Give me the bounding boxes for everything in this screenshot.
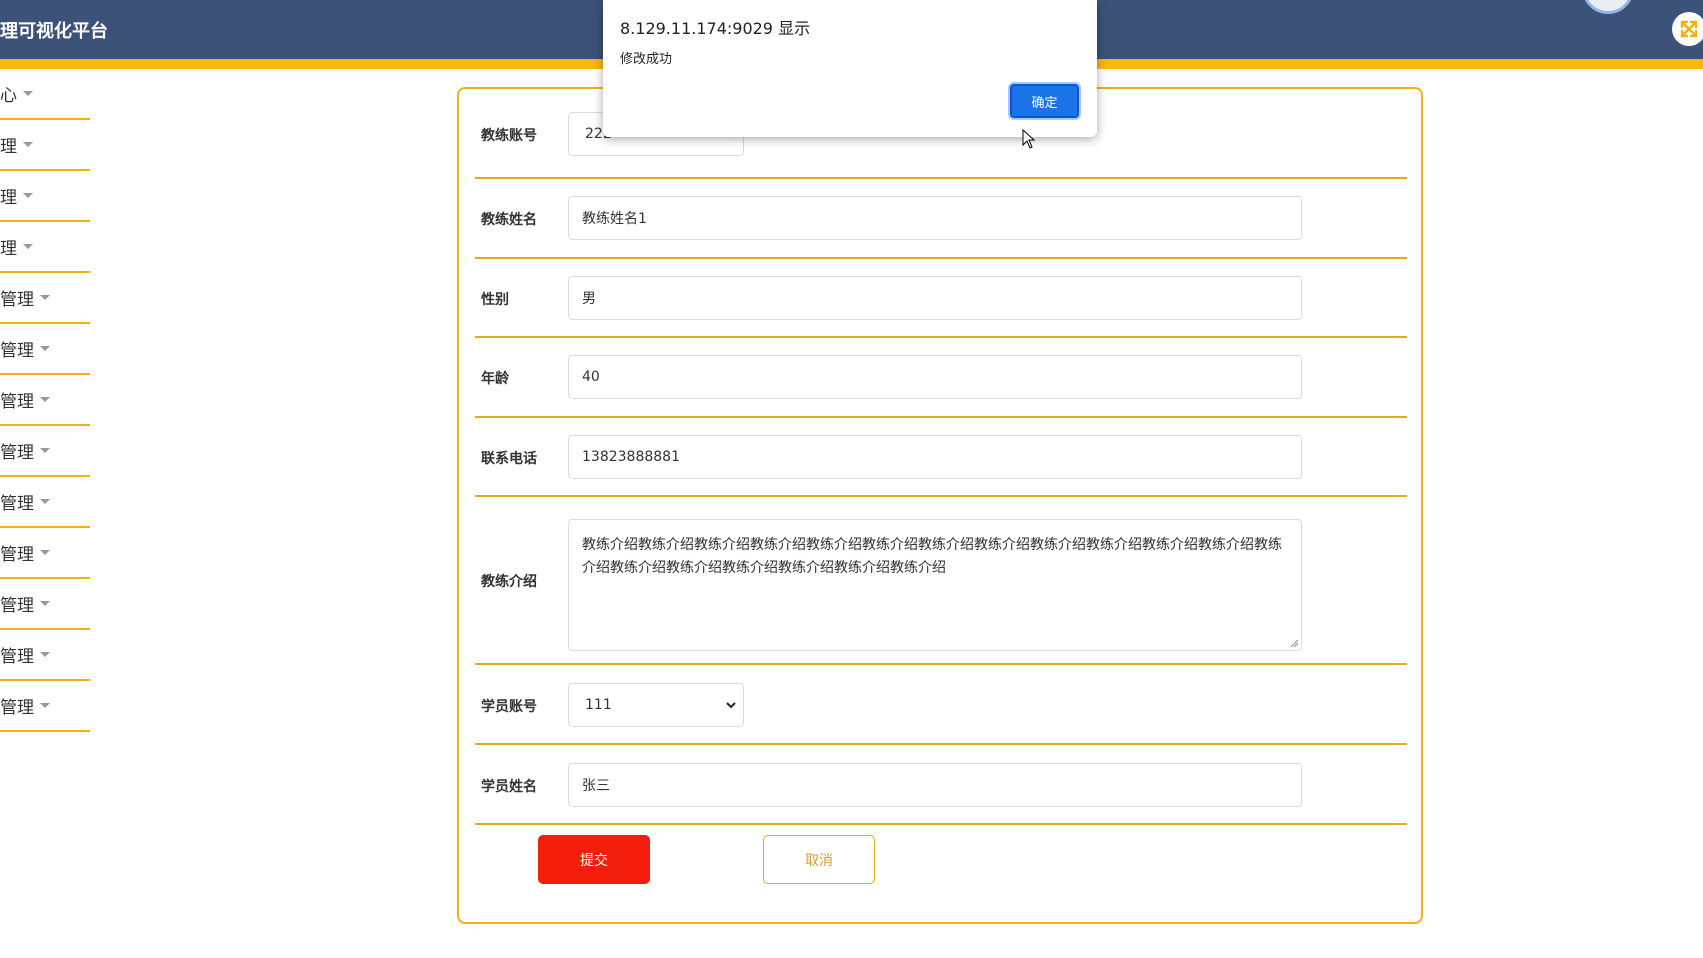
caret-down-icon	[23, 142, 33, 147]
dialog-origin: 8.129.11.174:9029 显示	[620, 19, 811, 38]
alert-dialog: 8.129.11.174:9029 显示 修改成功 确定	[603, 0, 1097, 137]
form-row-student-account: 学员账号 111	[475, 665, 1407, 745]
phone-value: 13823888881	[582, 449, 680, 465]
student-account-value: 111	[585, 697, 612, 713]
form-row-gender: 性别 男	[475, 259, 1407, 338]
phone-label: 联系电话	[481, 451, 537, 467]
form-row-coach-name: 教练姓名 教练姓名1	[475, 179, 1407, 259]
sidebar-item[interactable]: 心	[0, 69, 90, 120]
caret-down-icon	[23, 244, 33, 249]
form-row-intro: 教练介绍 教练介绍教练介绍教练介绍教练介绍教练介绍教练介绍教练介绍教练介绍教练介…	[475, 497, 1407, 665]
sidebar-item-label: 管理	[0, 596, 34, 616]
sidebar-item-label: 管理	[0, 392, 34, 412]
sidebar-item[interactable]: 理	[0, 120, 90, 171]
edit-coach-form: 教练账号 222 教练姓名 教练姓名1 性别 男 年龄 40 联系电话 1382…	[457, 87, 1423, 924]
fullscreen-icon	[1680, 20, 1698, 38]
intro-textarea[interactable]: 教练介绍教练介绍教练介绍教练介绍教练介绍教练介绍教练介绍教练介绍教练介绍教练介绍…	[568, 519, 1302, 651]
student-name-input[interactable]: 张三	[568, 763, 1302, 807]
sidebar-item-label: 理	[0, 239, 17, 259]
platform-title: 理可视化平台	[0, 21, 108, 42]
sidebar-item[interactable]: 理	[0, 222, 90, 273]
sidebar-item[interactable]: 管理	[0, 528, 90, 579]
sidebar-menu: 心 理 理 理 管理 管理 管理 管理 管理 管理 管理 管理 管理	[0, 69, 90, 732]
phone-input[interactable]: 13823888881	[568, 435, 1302, 479]
caret-down-icon	[40, 448, 50, 453]
sidebar-item[interactable]: 管理	[0, 324, 90, 375]
age-input[interactable]: 40	[568, 355, 1302, 399]
app-root: 理可视化平台 心 理 理 理 管理 管理 管理 管理 管理 管理 管理 管理 管…	[0, 0, 1703, 958]
chevron-down-icon	[726, 702, 736, 709]
sidebar-item[interactable]: 管理	[0, 375, 90, 426]
sidebar-item[interactable]: 理	[0, 171, 90, 222]
sidebar-item[interactable]: 管理	[0, 273, 90, 324]
sidebar-item[interactable]: 管理	[0, 579, 90, 630]
caret-down-icon	[40, 295, 50, 300]
dialog-message: 修改成功	[620, 52, 673, 67]
caret-down-icon	[40, 652, 50, 657]
caret-down-icon	[40, 601, 50, 606]
caret-down-icon	[23, 91, 33, 96]
form-row-age: 年龄 40	[475, 338, 1407, 418]
sidebar-item[interactable]: 管理	[0, 426, 90, 477]
sidebar-item-label: 理	[0, 188, 17, 208]
coach-name-label: 教练姓名	[481, 212, 537, 228]
sidebar-item[interactable]: 管理	[0, 477, 90, 528]
sidebar-item-label: 管理	[0, 443, 34, 463]
sidebar-item-label: 管理	[0, 545, 34, 565]
student-account-select[interactable]: 111	[568, 683, 744, 727]
caret-down-icon	[40, 550, 50, 555]
resize-grip-icon[interactable]	[1290, 639, 1298, 647]
student-name-label: 学员姓名	[481, 779, 537, 795]
mouse-cursor-icon	[1022, 129, 1036, 149]
sidebar-item-label: 理	[0, 137, 17, 157]
gender-label: 性别	[481, 292, 509, 308]
coach-name-value: 教练姓名1	[582, 211, 647, 227]
caret-down-icon	[40, 703, 50, 708]
form-row-student-name: 学员姓名 张三	[475, 745, 1407, 825]
caret-down-icon	[40, 346, 50, 351]
confirm-button[interactable]: 确定	[1010, 84, 1079, 118]
sidebar-item-label: 心	[0, 86, 17, 106]
caret-down-icon	[23, 193, 33, 198]
coach-account-label: 教练账号	[481, 128, 537, 144]
sidebar-item-label: 管理	[0, 341, 34, 361]
intro-value: 教练介绍教练介绍教练介绍教练介绍教练介绍教练介绍教练介绍教练介绍教练介绍教练介绍…	[582, 537, 1282, 576]
avatar[interactable]	[1582, 0, 1634, 14]
fullscreen-button[interactable]	[1672, 12, 1703, 46]
submit-button[interactable]: 提交	[538, 835, 650, 884]
sidebar-item-label: 管理	[0, 494, 34, 514]
sidebar-item[interactable]: 管理	[0, 630, 90, 681]
sidebar-item[interactable]: 管理	[0, 681, 90, 732]
coach-name-input[interactable]: 教练姓名1	[568, 196, 1302, 240]
caret-down-icon	[40, 499, 50, 504]
intro-label: 教练介绍	[481, 574, 537, 590]
student-name-value: 张三	[582, 778, 610, 794]
caret-down-icon	[40, 397, 50, 402]
student-account-label: 学员账号	[481, 699, 537, 715]
age-label: 年龄	[481, 371, 509, 387]
form-row-phone: 联系电话 13823888881	[475, 418, 1407, 497]
gender-value: 男	[582, 291, 596, 307]
sidebar-item-label: 管理	[0, 698, 34, 718]
cancel-button[interactable]: 取消	[763, 835, 875, 884]
gender-input[interactable]: 男	[568, 276, 1302, 320]
sidebar-item-label: 管理	[0, 290, 34, 310]
age-value: 40	[582, 369, 600, 385]
sidebar-item-label: 管理	[0, 647, 34, 667]
